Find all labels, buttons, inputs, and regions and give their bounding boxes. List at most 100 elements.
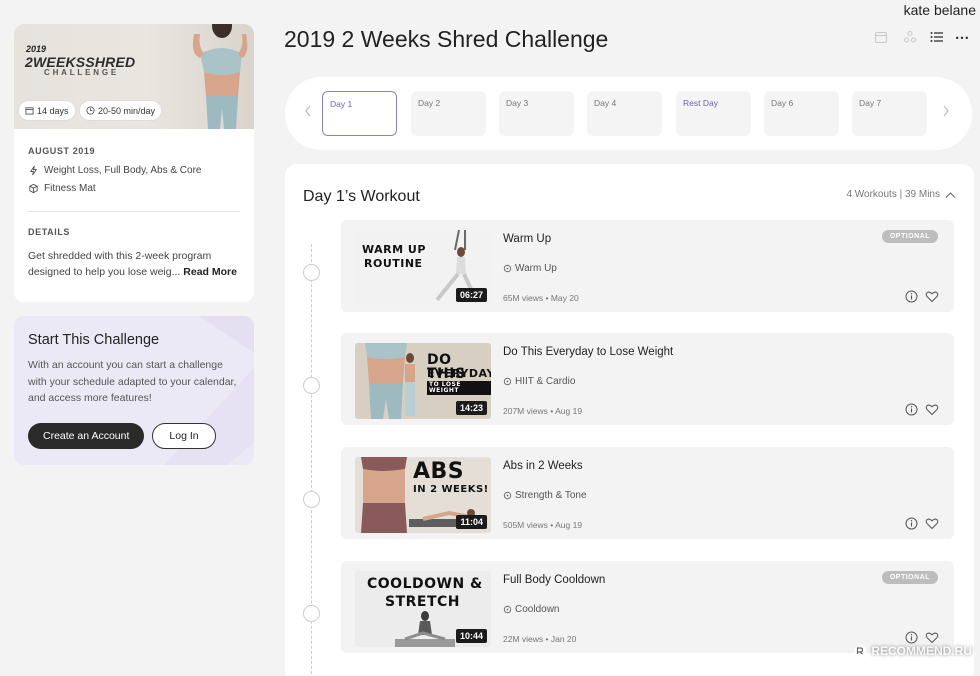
timeline-dot — [303, 264, 320, 281]
divider — [28, 211, 240, 212]
category-text: Strength & Tone — [515, 490, 587, 501]
category-text: Warm Up — [515, 263, 557, 274]
tag-icon — [503, 605, 512, 614]
category-text: HIIT & Cardio — [515, 376, 576, 387]
tab-day-2[interactable]: Day 2 — [411, 91, 486, 136]
duration-pill: 14 days — [19, 101, 75, 120]
tag-icon — [503, 377, 512, 386]
video-meta: 22M views • Jan 20 — [503, 634, 577, 644]
equipment-text: Fitness Mat — [44, 183, 96, 194]
tab-day-3[interactable]: Day 3 — [499, 91, 574, 136]
workout-panel: Day 1’s Workout 4 Workouts | 39 Mins WAR… — [285, 164, 974, 676]
program-description: Get shredded with this 2-week program de… — [28, 248, 240, 280]
watermark: RECOMMEND.RU — [853, 644, 972, 658]
timeline-dot — [303, 491, 320, 508]
share-icon[interactable] — [903, 30, 917, 44]
video-meta: 505M views • Aug 19 — [503, 520, 583, 530]
tab-day-7[interactable]: Day 7 — [852, 91, 927, 136]
lightning-icon — [29, 165, 38, 176]
info-icon[interactable] — [905, 403, 918, 416]
workout-category: Cooldown — [503, 604, 559, 615]
details-label: DETAILS — [28, 227, 71, 237]
thumb-text: ROUTINE — [364, 257, 423, 270]
workout-title-text[interactable]: Full Body Cooldown — [503, 574, 605, 586]
info-icon[interactable] — [905, 290, 918, 303]
login-button[interactable]: Log In — [152, 422, 216, 449]
workout-title: Day 1’s Workout — [303, 188, 420, 205]
more-icon[interactable] — [955, 30, 969, 44]
tab-day-6[interactable]: Day 6 — [764, 91, 839, 136]
workout-row-abs[interactable]: ABS IN 2 WEEKS! 11:04 Abs in 2 Weeks Str… — [341, 447, 954, 539]
chevron-left-icon[interactable] — [303, 103, 313, 119]
focus-text: Weight Loss, Full Body, Abs & Core — [44, 165, 202, 176]
watermark-logo-icon — [854, 645, 867, 657]
tab-day-1[interactable]: Day 1 — [322, 91, 397, 136]
hero-year: 2019 — [26, 44, 47, 54]
timeline-dot — [303, 377, 320, 394]
tab-rest-day[interactable]: Rest Day — [676, 91, 751, 136]
box-icon — [29, 183, 38, 194]
workout-summary: 4 Workouts | 39 Mins — [846, 189, 940, 200]
start-description: With an account you can start a challeng… — [28, 359, 237, 404]
program-card: 2019 2WEEKSSHRED CHALLENGE 14 days 20-50… — [14, 24, 254, 302]
video-thumbnail[interactable]: ABS IN 2 WEEKS! 11:04 — [355, 457, 491, 533]
program-date: AUGUST 2019 — [28, 146, 96, 156]
watermark-text: RECOMMEND.RU — [871, 644, 972, 658]
workout-meta[interactable]: 4 Workouts | 39 Mins — [846, 189, 956, 200]
workout-category: HIIT & Cardio — [503, 376, 575, 387]
tag-icon — [503, 491, 512, 500]
optional-badge: OPTIONAL — [881, 230, 938, 243]
chevron-right-icon[interactable] — [941, 103, 951, 119]
tag-icon — [503, 264, 512, 273]
workout-row-cooldown[interactable]: COOLDOWN & STRETCH 10:44 Full Body Coold… — [341, 561, 954, 653]
info-icon[interactable] — [905, 631, 918, 644]
start-title: Start This Challenge — [28, 332, 160, 348]
program-focus: Weight Loss, Full Body, Abs & Core — [28, 165, 240, 176]
thumb-text: STRETCH — [385, 594, 461, 610]
workout-title-text[interactable]: Do This Everyday to Lose Weight — [503, 346, 673, 358]
video-thumbnail[interactable]: COOLDOWN & STRETCH 10:44 — [355, 571, 491, 647]
read-more-link[interactable]: Read More — [183, 266, 237, 278]
thumb-text: COOLDOWN & — [367, 576, 483, 592]
heart-icon[interactable] — [925, 631, 939, 644]
thumb-figure — [405, 353, 415, 416]
hero-figure — [192, 24, 248, 129]
create-account-button[interactable]: Create an Account — [28, 422, 145, 449]
video-thumbnail[interactable]: DO THIS EVERYDAY TO LOSE WEIGHT 14:23 — [355, 343, 491, 419]
workout-title-text[interactable]: Abs in 2 Weeks — [503, 460, 583, 472]
day-selector: Day 1 Day 2 Day 3 Day 4 Rest Day Day 6 D… — [285, 77, 972, 150]
tab-day-4[interactable]: Day 4 — [587, 91, 662, 136]
video-duration: 14:23 — [455, 401, 487, 415]
workout-row-warm-up[interactable]: WARM UP ROUTINE 06:27 Warm Up Warm Up 65… — [341, 220, 954, 312]
time-pill: 20-50 min/day — [80, 101, 162, 120]
calendar-icon — [25, 107, 34, 115]
thumb-text: EVERYDAY — [427, 367, 491, 380]
workout-category: Warm Up — [503, 263, 557, 274]
time-text: 20-50 min/day — [98, 105, 156, 116]
thumb-text: TO LOSE WEIGHT — [427, 381, 491, 395]
heart-icon[interactable] — [925, 290, 939, 303]
video-thumbnail[interactable]: WARM UP ROUTINE 06:27 — [355, 230, 491, 306]
heart-icon[interactable] — [925, 517, 939, 530]
video-duration: 06:27 — [455, 288, 487, 302]
user-name[interactable]: kate belane — [904, 2, 976, 18]
workout-title-text[interactable]: Warm Up — [503, 233, 551, 245]
video-duration: 10:44 — [455, 629, 487, 643]
program-equipment: Fitness Mat — [28, 183, 240, 194]
calendar-icon[interactable] — [874, 30, 888, 44]
workout-row-lose-weight[interactable]: DO THIS EVERYDAY TO LOSE WEIGHT 14:23 Do… — [341, 333, 954, 425]
list-icon[interactable] — [930, 30, 944, 44]
thumb-figure — [395, 611, 455, 647]
thumb-text: IN 2 WEEKS! — [413, 484, 489, 495]
hero-subtitle: CHALLENGE — [44, 68, 119, 77]
page-title: 2019 2 Weeks Shred Challenge — [284, 26, 609, 52]
video-meta: 207M views • Aug 19 — [503, 406, 583, 416]
heart-icon[interactable] — [925, 403, 939, 416]
thumb-text: ABS — [413, 459, 465, 484]
category-text: Cooldown — [515, 604, 560, 615]
start-challenge-card: Start This Challenge With an account you… — [14, 316, 254, 465]
workout-category: Strength & Tone — [503, 490, 587, 501]
chevron-up-icon[interactable] — [945, 191, 956, 199]
info-icon[interactable] — [905, 517, 918, 530]
thumb-text: WARM UP — [362, 243, 426, 256]
